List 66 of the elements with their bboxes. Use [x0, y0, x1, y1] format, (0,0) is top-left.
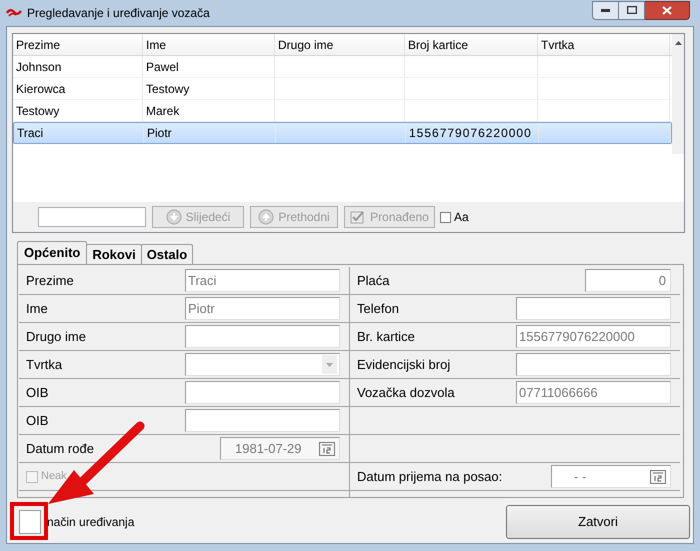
dropdown-field[interactable] — [185, 353, 340, 376]
search-field[interactable] — [38, 207, 146, 227]
checkbox-label: način uređivanja — [47, 514, 134, 531]
table-cell-text: Testowy — [16, 102, 60, 120]
field-label: Br. kartice — [357, 328, 415, 346]
field-label: Drugo ime — [26, 328, 86, 346]
table-cell-text: Testowy — [146, 80, 190, 98]
field-label: Vozačka dozvola — [357, 384, 455, 402]
date-field[interactable]: - - — [551, 465, 671, 488]
input-field[interactable] — [185, 409, 340, 432]
input-field[interactable]: 0 — [585, 269, 671, 292]
calendar-icon — [319, 442, 335, 456]
table-cell-text: Johnson — [16, 58, 62, 76]
input-field[interactable] — [516, 297, 671, 320]
table-cell-text: Marek — [146, 102, 180, 120]
table-cell-text: 1556779076220000 — [409, 125, 532, 142]
checkbox[interactable] — [440, 212, 451, 222]
input-field[interactable]: Traci — [185, 269, 340, 292]
field-label: Telefon — [357, 300, 399, 318]
column-header[interactable]: Prezime — [13, 34, 143, 55]
check-icon — [350, 210, 366, 224]
table-row[interactable]: Kierowca Testowy — [13, 78, 672, 100]
tab[interactable]: Općenito — [17, 241, 88, 264]
column-header[interactable]: Ime — [143, 34, 275, 55]
tab[interactable]: Ostalo — [140, 244, 194, 264]
field-label: Prezime — [26, 272, 74, 290]
input-field[interactable]: 07711066666 — [516, 381, 671, 404]
field-label: Ime — [26, 300, 48, 318]
input-field[interactable] — [185, 381, 340, 404]
input-field[interactable] — [516, 353, 671, 376]
table-cell-text: Kierowca — [16, 80, 66, 98]
field-label: Datum rođe — [26, 440, 94, 458]
column-header[interactable]: Drugo ime — [275, 34, 405, 55]
column-header[interactable]: Broj kartice — [405, 34, 538, 55]
minimize-icon — [601, 8, 610, 12]
field-label: Datum prijema na posao: — [357, 468, 502, 486]
input-field[interactable]: Piotr — [185, 297, 340, 320]
close-button[interactable] — [645, 0, 690, 20]
close-icon — [662, 6, 672, 14]
field-label: OIB — [26, 384, 48, 402]
maximize-button[interactable] — [619, 0, 645, 20]
date-field[interactable]: 1981-07-29 — [220, 437, 340, 460]
column-header[interactable]: Tvrtka — [538, 34, 670, 55]
field-label: Tvrtka — [26, 356, 62, 374]
maximize-icon — [626, 6, 636, 14]
scroll-up-icon — [674, 41, 682, 45]
app-logo-icon — [6, 8, 22, 18]
field-label: OIB — [26, 412, 48, 430]
calendar-icon — [650, 470, 666, 484]
checkbox[interactable] — [19, 510, 41, 534]
table-row[interactable]: Johnson Pawel — [13, 56, 672, 78]
field-label: Evidencijski broj — [357, 356, 450, 374]
scrollbar[interactable] — [672, 34, 684, 154]
close-dialog-button[interactable]: Zatvori — [506, 505, 690, 539]
highlight-box — [10, 502, 48, 540]
checkbox-label: Neak — [41, 469, 67, 484]
input-field[interactable] — [185, 325, 340, 348]
table-row[interactable]: Traci Piotr 1556779076220000 — [13, 122, 672, 144]
checkbox-label: Aa — [454, 209, 469, 226]
table-cell-text: Traci — [17, 125, 44, 142]
minimize-button[interactable] — [592, 0, 619, 20]
table-cell-text: Pawel — [146, 58, 179, 76]
field-label: Plaća — [357, 272, 390, 290]
input-field[interactable]: 1556779076220000 — [516, 325, 671, 348]
window-title: Pregledavanje i uređivanje vozača — [27, 5, 210, 22]
table-cell-text: Piotr — [147, 125, 172, 142]
